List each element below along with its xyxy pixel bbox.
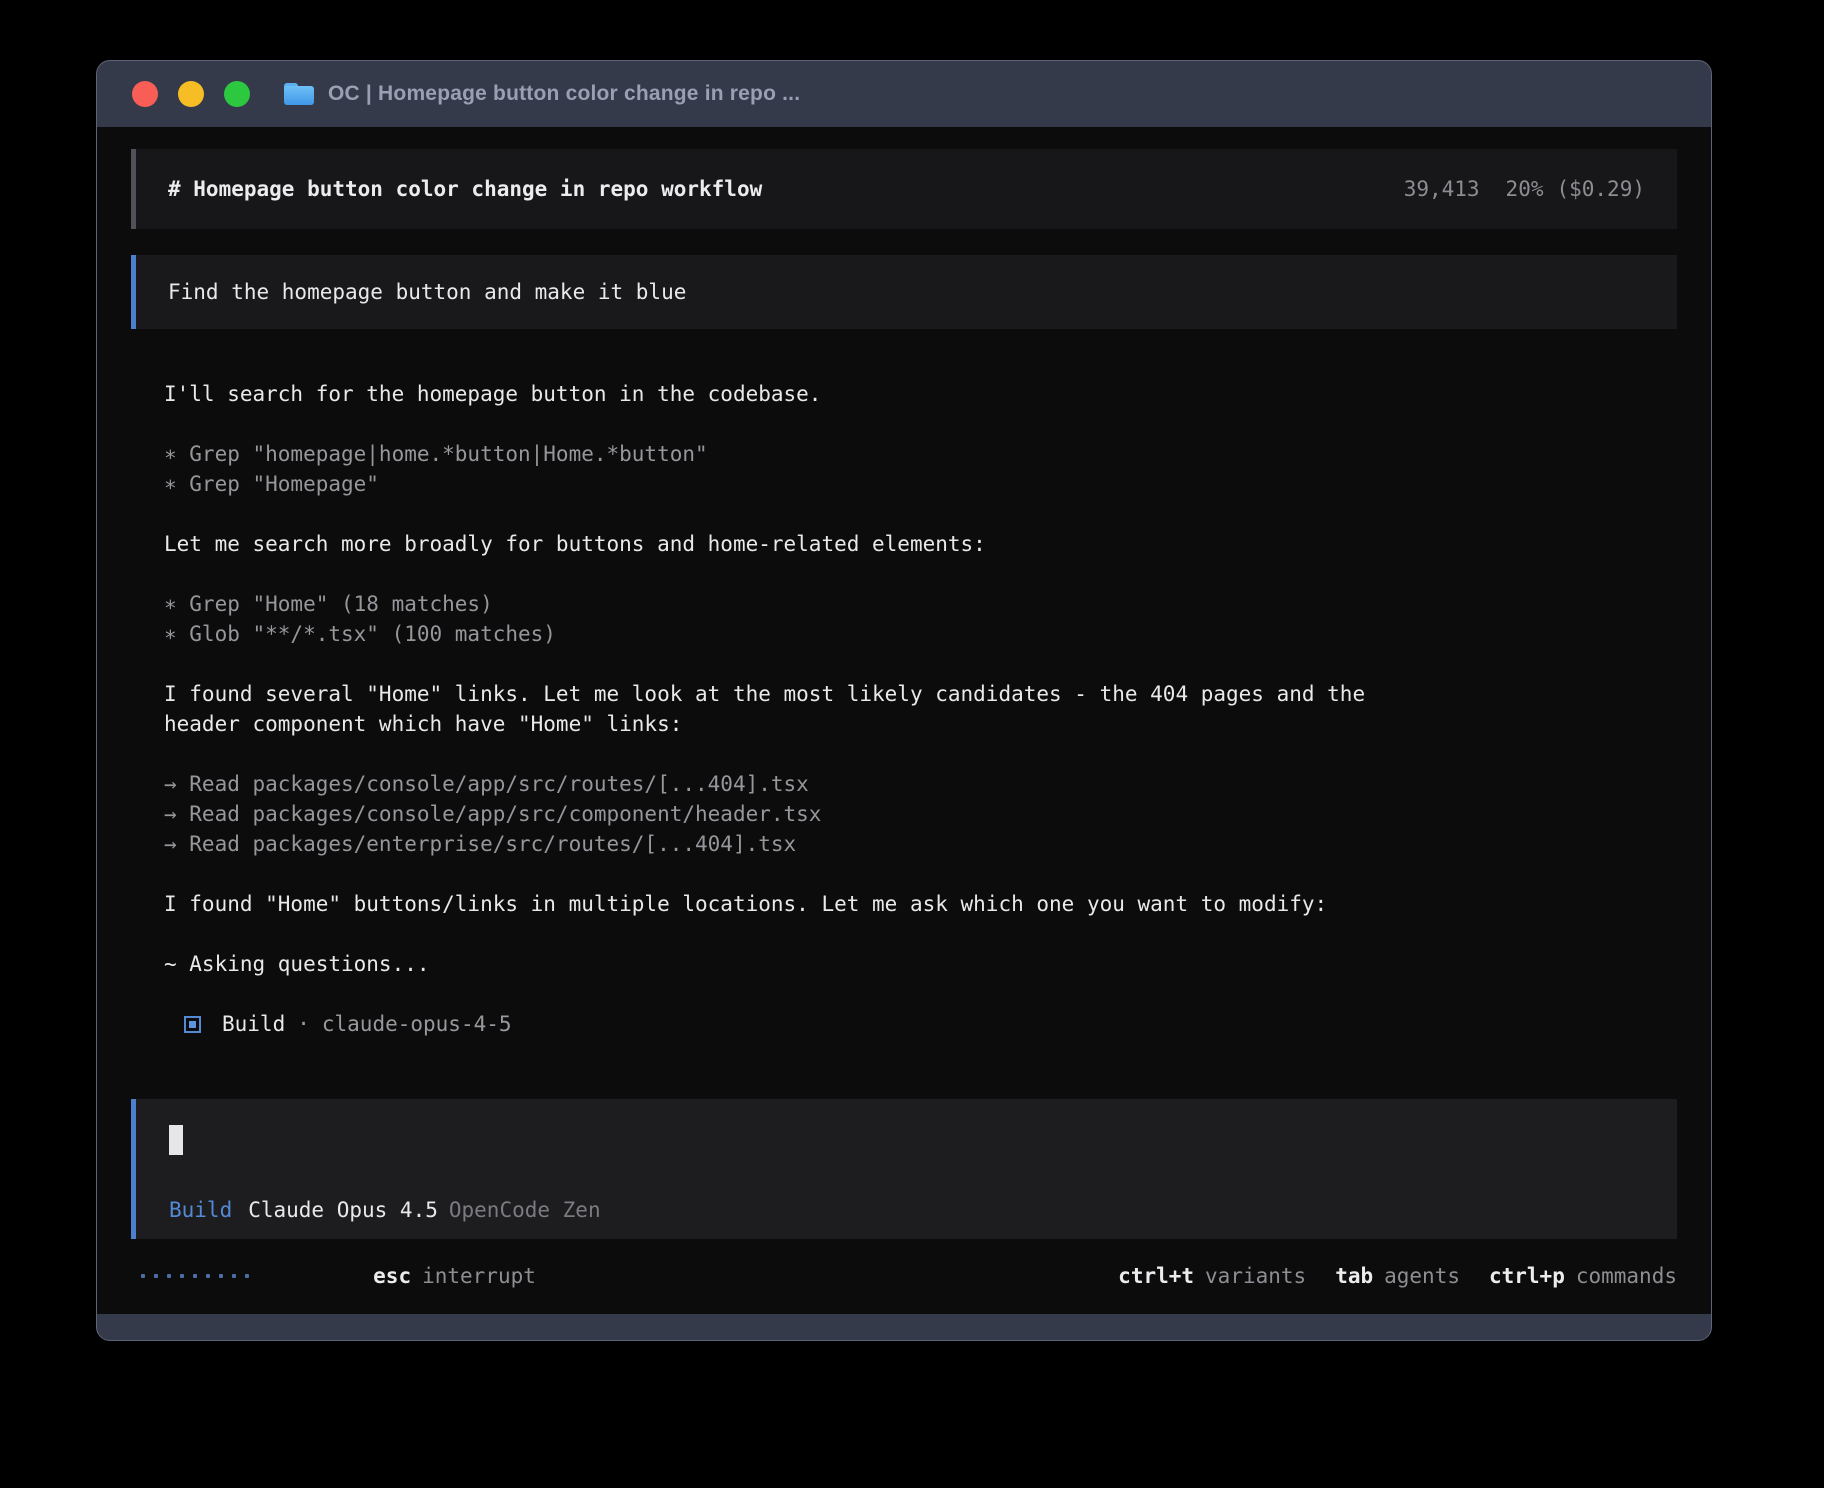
hint-key: esc — [373, 1264, 411, 1288]
agent-status-line: Build · claude-opus-4-5 — [184, 1009, 1677, 1039]
transcript-line: header component which have "Home" links… — [164, 709, 1677, 739]
hint-key: ctrl+p — [1489, 1264, 1565, 1288]
transcript-block: ~ Asking questions... — [164, 949, 1677, 979]
spinner-dot — [180, 1274, 184, 1278]
transcript-line: ∗ Glob "**/*.tsx" (100 matches) — [164, 619, 1677, 649]
session-stats: 39,413 20% ($0.29) — [1404, 174, 1645, 204]
footer-hint-agents: tab agents — [1335, 1261, 1460, 1291]
footer-hint-variants: ctrl+t variants — [1118, 1261, 1306, 1291]
transcript-line: Let me search more broadly for buttons a… — [164, 529, 1677, 559]
spinner-dot — [154, 1274, 158, 1278]
session-title: # Homepage button color change in repo w… — [168, 174, 762, 204]
transcript-block: → Read packages/console/app/src/routes/[… — [164, 769, 1677, 859]
spinner-dot — [206, 1274, 210, 1278]
transcript-block: ∗ Grep "homepage|home.*button|Home.*butt… — [164, 439, 1677, 499]
minimize-button[interactable] — [178, 81, 204, 107]
session-header: # Homepage button color change in repo w… — [131, 149, 1677, 229]
footer-hint-interrupt: esc interrupt — [272, 1231, 536, 1314]
transcript-block: I found "Home" buttons/links in multiple… — [164, 889, 1677, 919]
transcript-line: I'll search for the homepage button in t… — [164, 379, 1677, 409]
transcript-line: ∗ Grep "Home" (18 matches) — [164, 589, 1677, 619]
terminal-window: OC | Homepage button color change in rep… — [96, 60, 1712, 1341]
spinner-dots — [141, 1274, 249, 1278]
input-model-name: Claude Opus 4.5 — [248, 1195, 438, 1225]
window-bottom-strip — [97, 1314, 1711, 1340]
transcript-line: → Read packages/enterprise/src/routes/[.… — [164, 829, 1677, 859]
spinner-dot — [245, 1274, 249, 1278]
transcript-block: Let me search more broadly for buttons a… — [164, 529, 1677, 559]
transcript-line: ~ Asking questions... — [164, 949, 1677, 979]
prompt-input[interactable]: Build Claude Opus 4.5 OpenCode Zen — [131, 1099, 1677, 1239]
hint-label: variants — [1205, 1264, 1306, 1288]
input-provider-name: OpenCode Zen — [449, 1195, 601, 1225]
transcript-line: ∗ Grep "homepage|home.*button|Home.*butt… — [164, 439, 1677, 469]
token-count: 39,413 — [1404, 174, 1480, 204]
user-message: Find the homepage button and make it blu… — [131, 255, 1677, 329]
footer-hint-commands: ctrl+p commands — [1489, 1261, 1677, 1291]
transcript: I'll search for the homepage button in t… — [164, 379, 1677, 979]
spinner-dot — [219, 1274, 223, 1278]
agent-build-icon — [184, 1016, 201, 1033]
transcript-line: I found several "Home" links. Let me loo… — [164, 679, 1677, 709]
transcript-block: I'll search for the homepage button in t… — [164, 379, 1677, 409]
title-bar[interactable]: OC | Homepage button color change in rep… — [97, 61, 1711, 127]
transcript-block: ∗ Grep "Home" (18 matches)∗ Glob "**/*.t… — [164, 589, 1677, 649]
hint-label: interrupt — [422, 1264, 536, 1288]
folder-icon — [284, 83, 314, 105]
hint-key: tab — [1335, 1264, 1373, 1288]
input-agent-name: Build — [169, 1195, 232, 1225]
transcript-line: I found "Home" buttons/links in multiple… — [164, 889, 1677, 919]
terminal-content: # Homepage button color change in repo w… — [97, 127, 1711, 1314]
transcript-line: → Read packages/console/app/src/componen… — [164, 799, 1677, 829]
spinner-dot — [141, 1274, 145, 1278]
spinner-dot — [167, 1274, 171, 1278]
hint-key: ctrl+t — [1118, 1264, 1194, 1288]
footer-bar: escinterrupt ctrl+tvariantstabagentsctrl… — [131, 1261, 1677, 1291]
hint-label: agents — [1384, 1264, 1460, 1288]
text-cursor — [169, 1125, 183, 1155]
transcript-line: → Read packages/console/app/src/routes/[… — [164, 769, 1677, 799]
spinner-dot — [232, 1274, 236, 1278]
spinner-dot — [193, 1274, 197, 1278]
status-model-name: claude-opus-4-5 — [322, 1009, 512, 1039]
footer-hints-right: ctrl+t variants tab agents ctrl+p commands — [1118, 1261, 1677, 1291]
session-cost: ($0.29) — [1556, 174, 1645, 204]
model-row: Build Claude Opus 4.5 OpenCode Zen — [169, 1195, 1645, 1225]
transcript-line: ∗ Grep "Homepage" — [164, 469, 1677, 499]
title-group: OC | Homepage button color change in rep… — [284, 82, 800, 106]
zoom-button[interactable] — [224, 81, 250, 107]
window-title: OC | Homepage button color change in rep… — [328, 82, 800, 106]
close-button[interactable] — [132, 81, 158, 107]
hint-label: commands — [1576, 1264, 1677, 1288]
status-separator: · — [297, 1009, 310, 1039]
context-percent: 20% — [1506, 174, 1544, 204]
traffic-lights — [132, 81, 250, 107]
transcript-block: I found several "Home" links. Let me loo… — [164, 679, 1677, 739]
status-agent-name: Build — [222, 1009, 285, 1039]
